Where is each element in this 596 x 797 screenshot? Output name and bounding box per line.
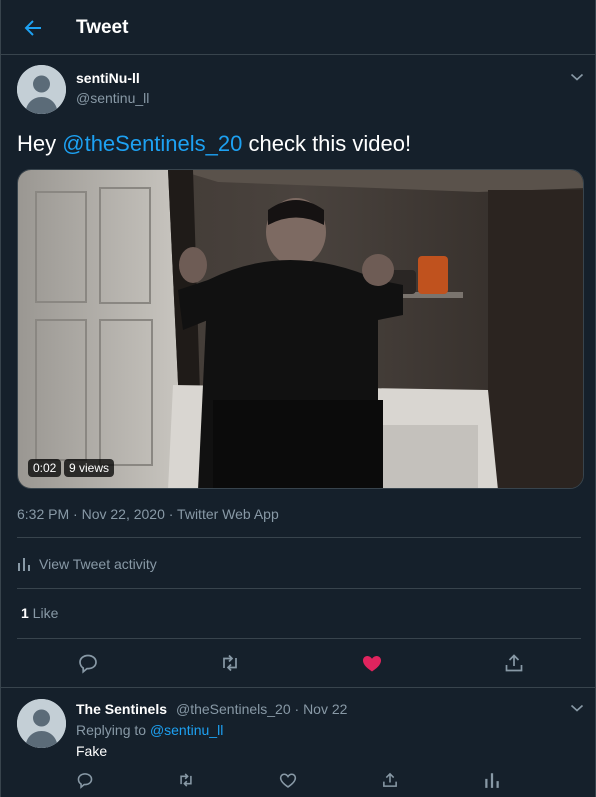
view-tweet-activity-link[interactable]: View Tweet activity (17, 556, 157, 572)
divider (17, 537, 581, 538)
reply-icon[interactable] (76, 771, 94, 789)
mention-link[interactable]: @theSentinels_20 (62, 131, 242, 156)
video-views-badge: 9 views (64, 459, 115, 477)
retweet-icon[interactable] (219, 652, 241, 674)
likes-count[interactable]: 1 Like (21, 605, 58, 621)
page-title: Tweet (76, 17, 129, 38)
video-duration-badge: 0:02 (28, 459, 62, 477)
replying-prefix: Replying to (76, 722, 150, 738)
like-icon[interactable] (279, 771, 297, 789)
author-handle[interactable]: @sentinu_ll (76, 90, 149, 106)
likes-label: Like (28, 605, 59, 621)
divider (1, 687, 596, 688)
reply-author-handle[interactable]: @theSentinels_20 · Nov 22 (176, 701, 347, 717)
back-arrow-icon[interactable] (21, 16, 45, 40)
chevron-down-icon[interactable] (568, 699, 586, 717)
video-player[interactable]: 0:02 9 views (17, 169, 584, 489)
reply-author-avatar[interactable] (17, 699, 66, 748)
header-bar: Tweet (1, 0, 596, 55)
video-frame-image (18, 170, 583, 488)
divider (17, 588, 581, 589)
share-icon[interactable] (381, 771, 399, 789)
analytics-icon[interactable] (483, 771, 501, 789)
replying-to-mention[interactable]: @sentinu_ll (150, 722, 223, 738)
author-name[interactable]: sentiNu-ll (76, 70, 140, 86)
activity-label: View Tweet activity (39, 556, 157, 572)
analytics-icon (18, 558, 30, 571)
reply-icon[interactable] (77, 652, 99, 674)
reply-author-name[interactable]: The Sentinels (76, 701, 167, 717)
share-icon[interactable] (503, 652, 525, 674)
author-avatar[interactable] (17, 65, 66, 114)
reply-text: Fake (76, 743, 108, 759)
tweet-page: Tweet sentiNu-ll @sentinu_ll Hey @theSen… (0, 0, 596, 797)
tweet-text: Hey @theSentinels_20 check this video! (17, 131, 411, 157)
retweet-icon[interactable] (177, 771, 195, 789)
replying-to: Replying to @sentinu_ll (76, 722, 223, 738)
chevron-down-icon[interactable] (568, 68, 586, 86)
like-icon-filled[interactable] (361, 652, 383, 674)
tweet-timestamp[interactable]: 6:32 PM · Nov 22, 2020 · Twitter Web App (17, 506, 279, 522)
likes-number: 1 (21, 605, 29, 621)
tweet-text-prefix: Hey (17, 131, 63, 156)
tweet-text-suffix: check this video! (242, 131, 412, 156)
divider (17, 638, 581, 639)
